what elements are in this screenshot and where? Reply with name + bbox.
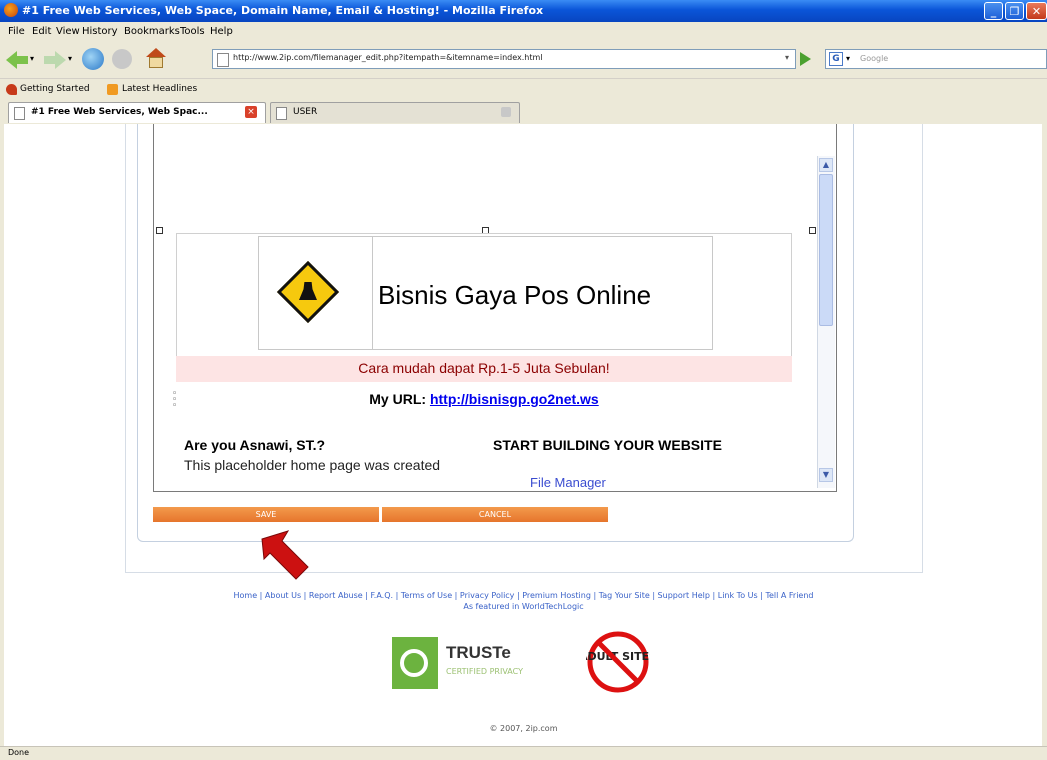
- scroll-down-icon[interactable]: ▼: [819, 468, 833, 482]
- menu-tools[interactable]: Tools: [180, 26, 205, 37]
- navigation-toolbar: ▾ ▾ http://www.2ip.com/filemanager_edit.…: [0, 42, 1047, 78]
- history-dropdown-icon[interactable]: ▾: [785, 53, 789, 62]
- menu-file[interactable]: File: [8, 26, 25, 37]
- bookmarks-toolbar: Getting Started Latest Headlines: [0, 78, 1047, 101]
- resize-handle[interactable]: [156, 227, 163, 234]
- address-bar[interactable]: http://www.2ip.com/filemanager_edit.php?…: [212, 49, 796, 69]
- my-url-line: My URL: http://bisnisgp.go2net.ws: [176, 391, 792, 407]
- my-url-label: My URL:: [369, 391, 427, 407]
- tab-label: #1 Free Web Services, Web Spac...: [31, 107, 208, 117]
- tagline: Cara mudah dapat Rp.1-5 Juta Sebulan!: [358, 360, 610, 376]
- copyright: © 2007, 2ip.com: [489, 724, 558, 733]
- minimize-button[interactable]: _: [984, 2, 1003, 20]
- scroll-up-icon[interactable]: ▲: [819, 158, 833, 172]
- file-manager-link[interactable]: File Manager: [530, 475, 606, 490]
- tab-user[interactable]: USER: [270, 102, 520, 123]
- back-dropdown-icon[interactable]: ▾: [30, 54, 34, 63]
- home-icon[interactable]: [146, 48, 166, 68]
- getting-started-icon: [6, 84, 17, 95]
- status-text: Done: [8, 748, 30, 757]
- reload-icon[interactable]: [82, 48, 104, 70]
- forward-dropdown-icon[interactable]: ▾: [68, 54, 72, 63]
- close-tab-icon[interactable]: ×: [245, 106, 257, 118]
- truste-logo-icon: [392, 637, 438, 689]
- maximize-button[interactable]: ❐: [1005, 2, 1024, 20]
- stop-icon[interactable]: [112, 49, 132, 69]
- page-scrollbar[interactable]: [1042, 124, 1047, 746]
- placeholder-text: This placeholder home page was created: [184, 457, 441, 473]
- menu-bookmarks[interactable]: Bookmarks: [124, 26, 180, 37]
- save-button[interactable]: SAVE: [153, 507, 379, 522]
- scroll-thumb[interactable]: [819, 174, 833, 326]
- cancel-button[interactable]: CANCEL: [382, 507, 608, 522]
- firefox-icon: [4, 3, 18, 17]
- engine-dropdown-icon[interactable]: ▾: [846, 54, 850, 63]
- no-adult-sites-icon: ADULT SITES: [586, 631, 650, 693]
- tab-active[interactable]: #1 Free Web Services, Web Spac... ×: [8, 102, 266, 123]
- close-tab-icon[interactable]: [501, 107, 511, 117]
- featured-link[interactable]: As featured in WorldTechLogic: [0, 602, 1047, 611]
- back-icon[interactable]: [6, 51, 28, 69]
- google-engine-icon[interactable]: G: [829, 52, 843, 66]
- page-icon: [217, 53, 229, 67]
- page-icon: [276, 107, 287, 120]
- truste-badge[interactable]: TRUSTe CERTIFIED PRIVACY: [392, 637, 566, 689]
- page-icon: [14, 107, 25, 120]
- truste-subtitle: CERTIFIED PRIVACY: [446, 667, 523, 676]
- site-title: Bisnis Gaya Pos Online: [378, 280, 652, 310]
- close-button[interactable]: ✕: [1026, 2, 1047, 20]
- search-placeholder: Google: [860, 54, 889, 63]
- window-title: #1 Free Web Services, Web Space, Domain …: [22, 4, 544, 17]
- bookmark-latest-headlines[interactable]: Latest Headlines: [122, 84, 197, 94]
- window-title-bar[interactable]: #1 Free Web Services, Web Space, Domain …: [0, 0, 1047, 22]
- resize-handle[interactable]: [809, 227, 816, 234]
- footer-links[interactable]: Home | About Us | Report Abuse | F.A.Q. …: [0, 591, 1047, 600]
- red-arrow-icon: [261, 530, 309, 580]
- tab-label: USER: [293, 107, 318, 117]
- banner-divider: [372, 236, 373, 350]
- tab-bar: #1 Free Web Services, Web Spac... × USER: [0, 100, 1047, 124]
- rss-icon: [107, 84, 118, 95]
- menu-help[interactable]: Help: [210, 26, 233, 37]
- address-text: http://www.2ip.com/filemanager_edit.php?…: [233, 53, 543, 62]
- editor-scrollbar[interactable]: ▲ ▼: [817, 156, 835, 488]
- menu-edit[interactable]: Edit: [32, 26, 51, 37]
- menu-bar: File Edit View History Bookmarks Tools H…: [0, 22, 1047, 42]
- go-icon[interactable]: [800, 52, 811, 66]
- truste-title: TRUSTe: [446, 643, 511, 662]
- menu-history[interactable]: History: [82, 26, 118, 37]
- search-input[interactable]: G ▾ Google: [825, 49, 1047, 69]
- bookmark-getting-started[interactable]: Getting Started: [20, 84, 90, 94]
- window-left-edge: [0, 124, 4, 746]
- menu-view[interactable]: View: [56, 26, 80, 37]
- status-bar: Done: [0, 746, 1047, 760]
- my-url-link[interactable]: http://bisnisgp.go2net.ws: [430, 391, 599, 407]
- forward-icon[interactable]: [44, 51, 66, 69]
- question-heading: Are you Asnawi, ST.?: [184, 437, 326, 453]
- start-building-heading: START BUILDING YOUR WEBSITE: [493, 437, 722, 453]
